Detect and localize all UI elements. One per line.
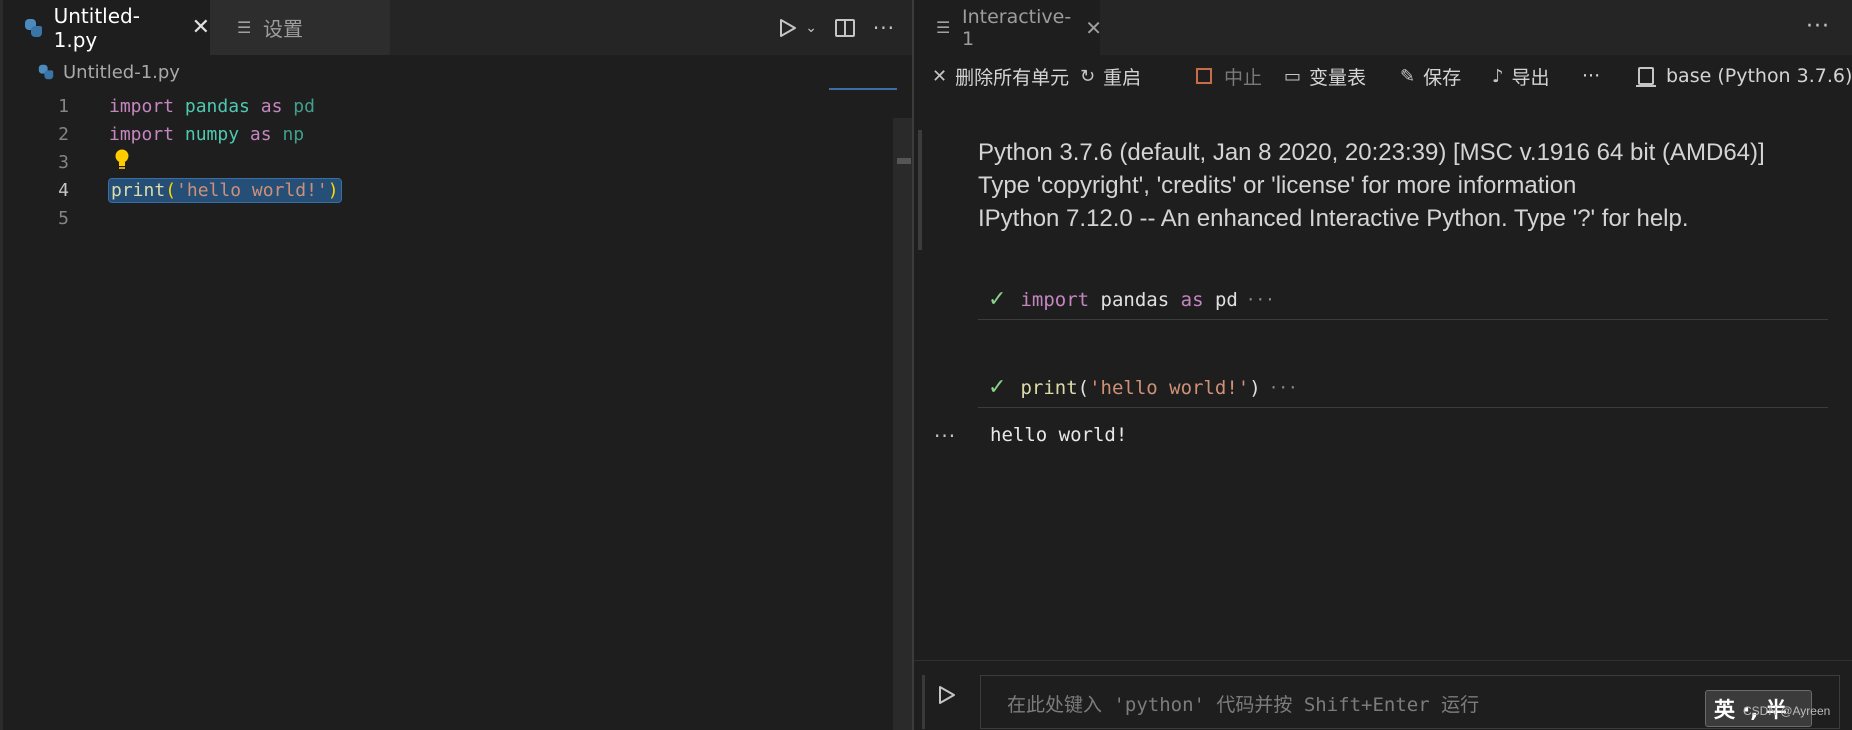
save-button[interactable]: ✎ 保存 <box>1400 56 1461 96</box>
variables-button[interactable]: ▭ 变量表 <box>1284 56 1366 96</box>
breadcrumb-file[interactable]: Untitled-1.py <box>63 62 180 83</box>
selected-code: print('hello world!') <box>108 177 342 203</box>
stop-icon <box>1196 68 1212 84</box>
input-placeholder: 在此处键入 'python' 代码并按 Shift+Enter 运行 <box>1007 694 1480 716</box>
tab-label: 设置 <box>263 17 303 41</box>
interrupt-label: 中止 <box>1224 66 1263 89</box>
keyword: import <box>109 123 175 145</box>
settings-file-icon: ☰ <box>237 18 252 37</box>
keyword: import <box>109 95 175 117</box>
split-editor-icon[interactable] <box>834 18 855 37</box>
code-line[interactable]: 5 <box>3 204 893 232</box>
watermark: CSDN @Ayreen <box>1743 704 1831 718</box>
more-actions-icon[interactable]: ··· <box>873 16 895 40</box>
executed-cell[interactable]: ✓ print('hello world!') ··· <box>978 368 1828 408</box>
restart-button[interactable]: ↻ 重启 <box>1080 56 1141 96</box>
save-icon: ✎ <box>1400 65 1416 87</box>
python-file-icon <box>25 18 42 37</box>
more-actions-icon[interactable]: ··· <box>1806 14 1830 39</box>
clear-all-button[interactable]: ✕ 删除所有单元 <box>932 56 1069 96</box>
string-literal: 'hello world!' <box>176 179 328 201</box>
interactive-window: ☰ Interactive-1 ✕ ··· ✕ 删除所有单元 ↻ 重启 中止 ▭… <box>914 0 1852 730</box>
interrupt-button[interactable]: 中止 <box>1196 56 1262 96</box>
kernel-label: base (Python 3.7.6) <box>1666 65 1852 87</box>
banner-line: IPython 7.12.0 -- An enhanced Interactiv… <box>978 205 1689 232</box>
module-name: pandas <box>184 95 250 117</box>
paren: ) <box>1249 376 1261 399</box>
kernel-icon <box>1636 67 1656 87</box>
success-check-icon: ✓ <box>988 375 1007 400</box>
code-line[interactable]: 3 <box>3 148 893 176</box>
tab-label: Interactive-1 <box>962 5 1072 50</box>
run-file-icon[interactable] <box>779 18 797 38</box>
tab-interactive-1[interactable]: ☰ Interactive-1 ✕ <box>914 0 1102 55</box>
expand-cell-ellipsis[interactable]: ··· <box>1246 290 1275 309</box>
module-name: numpy <box>184 123 240 145</box>
paren: ( <box>165 179 177 201</box>
keyword: as <box>249 123 272 145</box>
line-number: 1 <box>58 95 69 117</box>
close-icon[interactable]: ✕ <box>192 15 210 40</box>
interactive-window-icon: ☰ <box>936 18 951 37</box>
line-number: 5 <box>58 207 69 229</box>
scrollbar-thumb[interactable] <box>897 158 911 164</box>
code-editor[interactable]: 1 import pandas as pd 2 import numpy as … <box>3 90 893 730</box>
editor-pane: Untitled-1.py ✕ ☰ 设置 ⌄ ··· Untitled-1.py… <box>0 0 915 730</box>
output-more-icon[interactable]: ··· <box>934 424 956 448</box>
more-actions-icon[interactable]: ··· <box>1582 56 1600 96</box>
export-icon: ♪ <box>1492 65 1504 87</box>
line-number: 3 <box>58 151 69 173</box>
function-name: print <box>111 179 166 201</box>
export-button[interactable]: ♪ 导出 <box>1492 56 1550 96</box>
code-line-active[interactable]: 4 print('hello world!') <box>3 176 893 204</box>
run-input-icon[interactable] <box>938 685 956 709</box>
banner-line: Python 3.7.6 (default, Jan 8 2020, 20:23… <box>978 139 1765 166</box>
close-icon: ✕ <box>932 65 948 87</box>
string-literal: 'hello world!' <box>1089 376 1250 399</box>
module-name: pandas <box>1100 288 1170 311</box>
clear-all-label: 删除所有单元 <box>955 66 1070 89</box>
tab-untitled-1-py[interactable]: Untitled-1.py ✕ <box>3 0 210 55</box>
chevron-down-icon[interactable]: ⌄ <box>805 20 817 36</box>
kernel-picker[interactable]: base (Python 3.7.6) <box>1636 56 1852 96</box>
alias-name: np <box>282 123 305 145</box>
close-icon[interactable]: ✕ <box>1085 16 1102 40</box>
executed-cell[interactable]: ✓ import pandas as pd ··· <box>978 280 1828 320</box>
alias-name: pd <box>1214 288 1238 311</box>
line-number: 4 <box>58 179 69 201</box>
editor-tab-bar: Untitled-1.py ✕ ☰ 设置 ⌄ ··· <box>3 0 915 55</box>
python-banner: Python 3.7.6 (default, Jan 8 2020, 20:23… <box>978 136 1765 235</box>
keyword: as <box>260 95 283 117</box>
cell-output: hello world! <box>990 424 1128 446</box>
expand-cell-ellipsis[interactable]: ··· <box>1269 378 1298 397</box>
python-file-icon <box>38 64 54 80</box>
restart-label: 重启 <box>1103 66 1142 89</box>
function-name: print <box>1020 376 1078 399</box>
interactive-toolbar: ✕ 删除所有单元 ↻ 重启 中止 ▭ 变量表 ✎ 保存 ♪ 导出 ··· bas… <box>914 56 1852 96</box>
alias-name: pd <box>293 95 315 117</box>
success-check-icon: ✓ <box>988 287 1007 312</box>
interactive-scrollbar[interactable] <box>918 130 922 250</box>
keyword: as <box>1180 288 1204 311</box>
keyword: import <box>1020 288 1090 311</box>
line-number: 2 <box>58 123 69 145</box>
editor-actions: ⌄ ··· <box>779 0 895 55</box>
lightbulb-icon[interactable] <box>113 148 131 172</box>
paren: ( <box>1077 376 1090 399</box>
export-label: 导出 <box>1511 66 1550 89</box>
code-line[interactable]: 2 import numpy as np <box>3 120 893 148</box>
breadcrumb[interactable]: Untitled-1.py <box>37 58 180 86</box>
banner-line: Type 'copyright', 'credits' or 'license'… <box>978 172 1577 199</box>
tab-settings[interactable]: ☰ 设置 <box>210 0 390 55</box>
paren: ) <box>327 179 339 201</box>
variables-icon: ▭ <box>1284 65 1302 87</box>
variables-label: 变量表 <box>1309 66 1367 89</box>
code-line[interactable]: 1 import pandas as pd <box>3 92 893 120</box>
save-label: 保存 <box>1423 66 1462 89</box>
tab-label: Untitled-1.py <box>53 3 140 52</box>
input-divider <box>922 675 925 729</box>
interactive-tab-bar: ☰ Interactive-1 ✕ ··· <box>914 0 1852 55</box>
restart-icon: ↻ <box>1080 65 1096 87</box>
